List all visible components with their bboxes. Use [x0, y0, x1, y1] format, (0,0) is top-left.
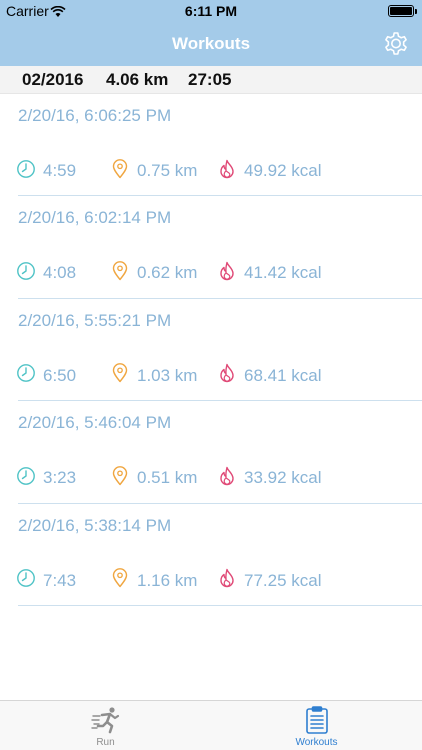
flame-icon	[217, 159, 237, 184]
tab-run[interactable]: Run	[0, 701, 211, 750]
workout-row[interactable]: 2/20/16, 6:06:25 PM 4:59 0.75 km 49.92 k…	[0, 94, 422, 197]
workout-calories: 49.92 kcal	[244, 161, 322, 180]
tab-run-label: Run	[96, 737, 115, 748]
workout-duration: 4:59	[43, 161, 77, 180]
workout-date: 2/20/16, 5:55:21 PM	[18, 310, 172, 330]
workout-distance: 0.51 km	[137, 468, 198, 488]
workout-distance: 0.62 km	[137, 263, 198, 283]
summary-duration: 27:05	[188, 70, 232, 89]
workout-calories: 68.41 kcal	[244, 365, 322, 385]
flame-icon	[217, 466, 237, 491]
clock-time: 6:11 PM	[184, 3, 238, 19]
location-pin-icon	[110, 465, 130, 491]
flame-icon	[217, 261, 237, 286]
clock-icon	[16, 363, 36, 388]
workout-row[interactable]: 2/20/16, 6:02:14 PM 4:08 0.62 km 41.42 k…	[0, 196, 422, 299]
navigation-bar: Workouts	[0, 22, 422, 66]
row-divider	[18, 604, 422, 606]
battery-icon	[388, 5, 417, 17]
workout-distance: 0.75 km	[137, 161, 198, 180]
flame-icon	[217, 363, 237, 388]
gear-icon[interactable]	[380, 28, 412, 60]
location-pin-icon	[110, 363, 130, 388]
workout-distance: 1.03 km	[137, 365, 198, 385]
summary-month: 02/2016	[22, 70, 84, 89]
clock-icon	[16, 568, 36, 593]
workout-list: 2/20/16, 6:06:25 PM 4:59 0.75 km 49.92 k…	[0, 94, 422, 606]
location-pin-icon	[110, 568, 130, 593]
page-title: Workouts	[171, 34, 251, 53]
status-bar: Carrier 6:11 PM	[0, 0, 422, 22]
location-pin-icon	[110, 158, 130, 184]
workout-row[interactable]: 2/20/16, 5:38:14 PM 7:43 1.16 km 77.25 k…	[0, 504, 422, 606]
workout-calories: 41.42 kcal	[244, 263, 322, 283]
workout-row[interactable]: 2/20/16, 5:55:21 PM 6:50 1.03 km 68.41 k…	[0, 299, 422, 402]
workout-date: 2/20/16, 5:38:14 PM	[18, 515, 172, 535]
month-summary-bar: 02/2016 4.06 km 27:05	[0, 66, 422, 94]
clock-icon	[16, 159, 36, 184]
flame-icon	[217, 568, 237, 593]
summary-distance: 4.06 km	[106, 70, 169, 89]
workout-duration: 6:50	[43, 365, 77, 385]
clock-icon	[16, 466, 36, 491]
workout-distance: 1.16 km	[137, 570, 198, 590]
workout-calories: 77.25 kcal	[244, 570, 322, 590]
workout-duration: 3:23	[43, 468, 77, 488]
workout-duration: 7:43	[43, 570, 77, 590]
location-pin-icon	[110, 260, 130, 286]
workout-date: 2/20/16, 6:06:25 PM	[18, 106, 172, 125]
workout-calories: 33.92 kcal	[244, 468, 322, 488]
workout-duration: 4:08	[43, 263, 77, 283]
workout-date: 2/20/16, 5:46:04 PM	[18, 413, 172, 433]
workout-row[interactable]: 2/20/16, 5:46:04 PM 3:23 0.51 km 33.92 k…	[0, 401, 422, 504]
workout-date: 2/20/16, 6:02:14 PM	[18, 208, 172, 228]
tab-workouts[interactable]: Workouts	[211, 701, 422, 750]
tab-workouts-label: Workouts	[295, 737, 338, 748]
tab-bar: Run Workouts	[0, 700, 422, 750]
clock-icon	[16, 261, 36, 286]
